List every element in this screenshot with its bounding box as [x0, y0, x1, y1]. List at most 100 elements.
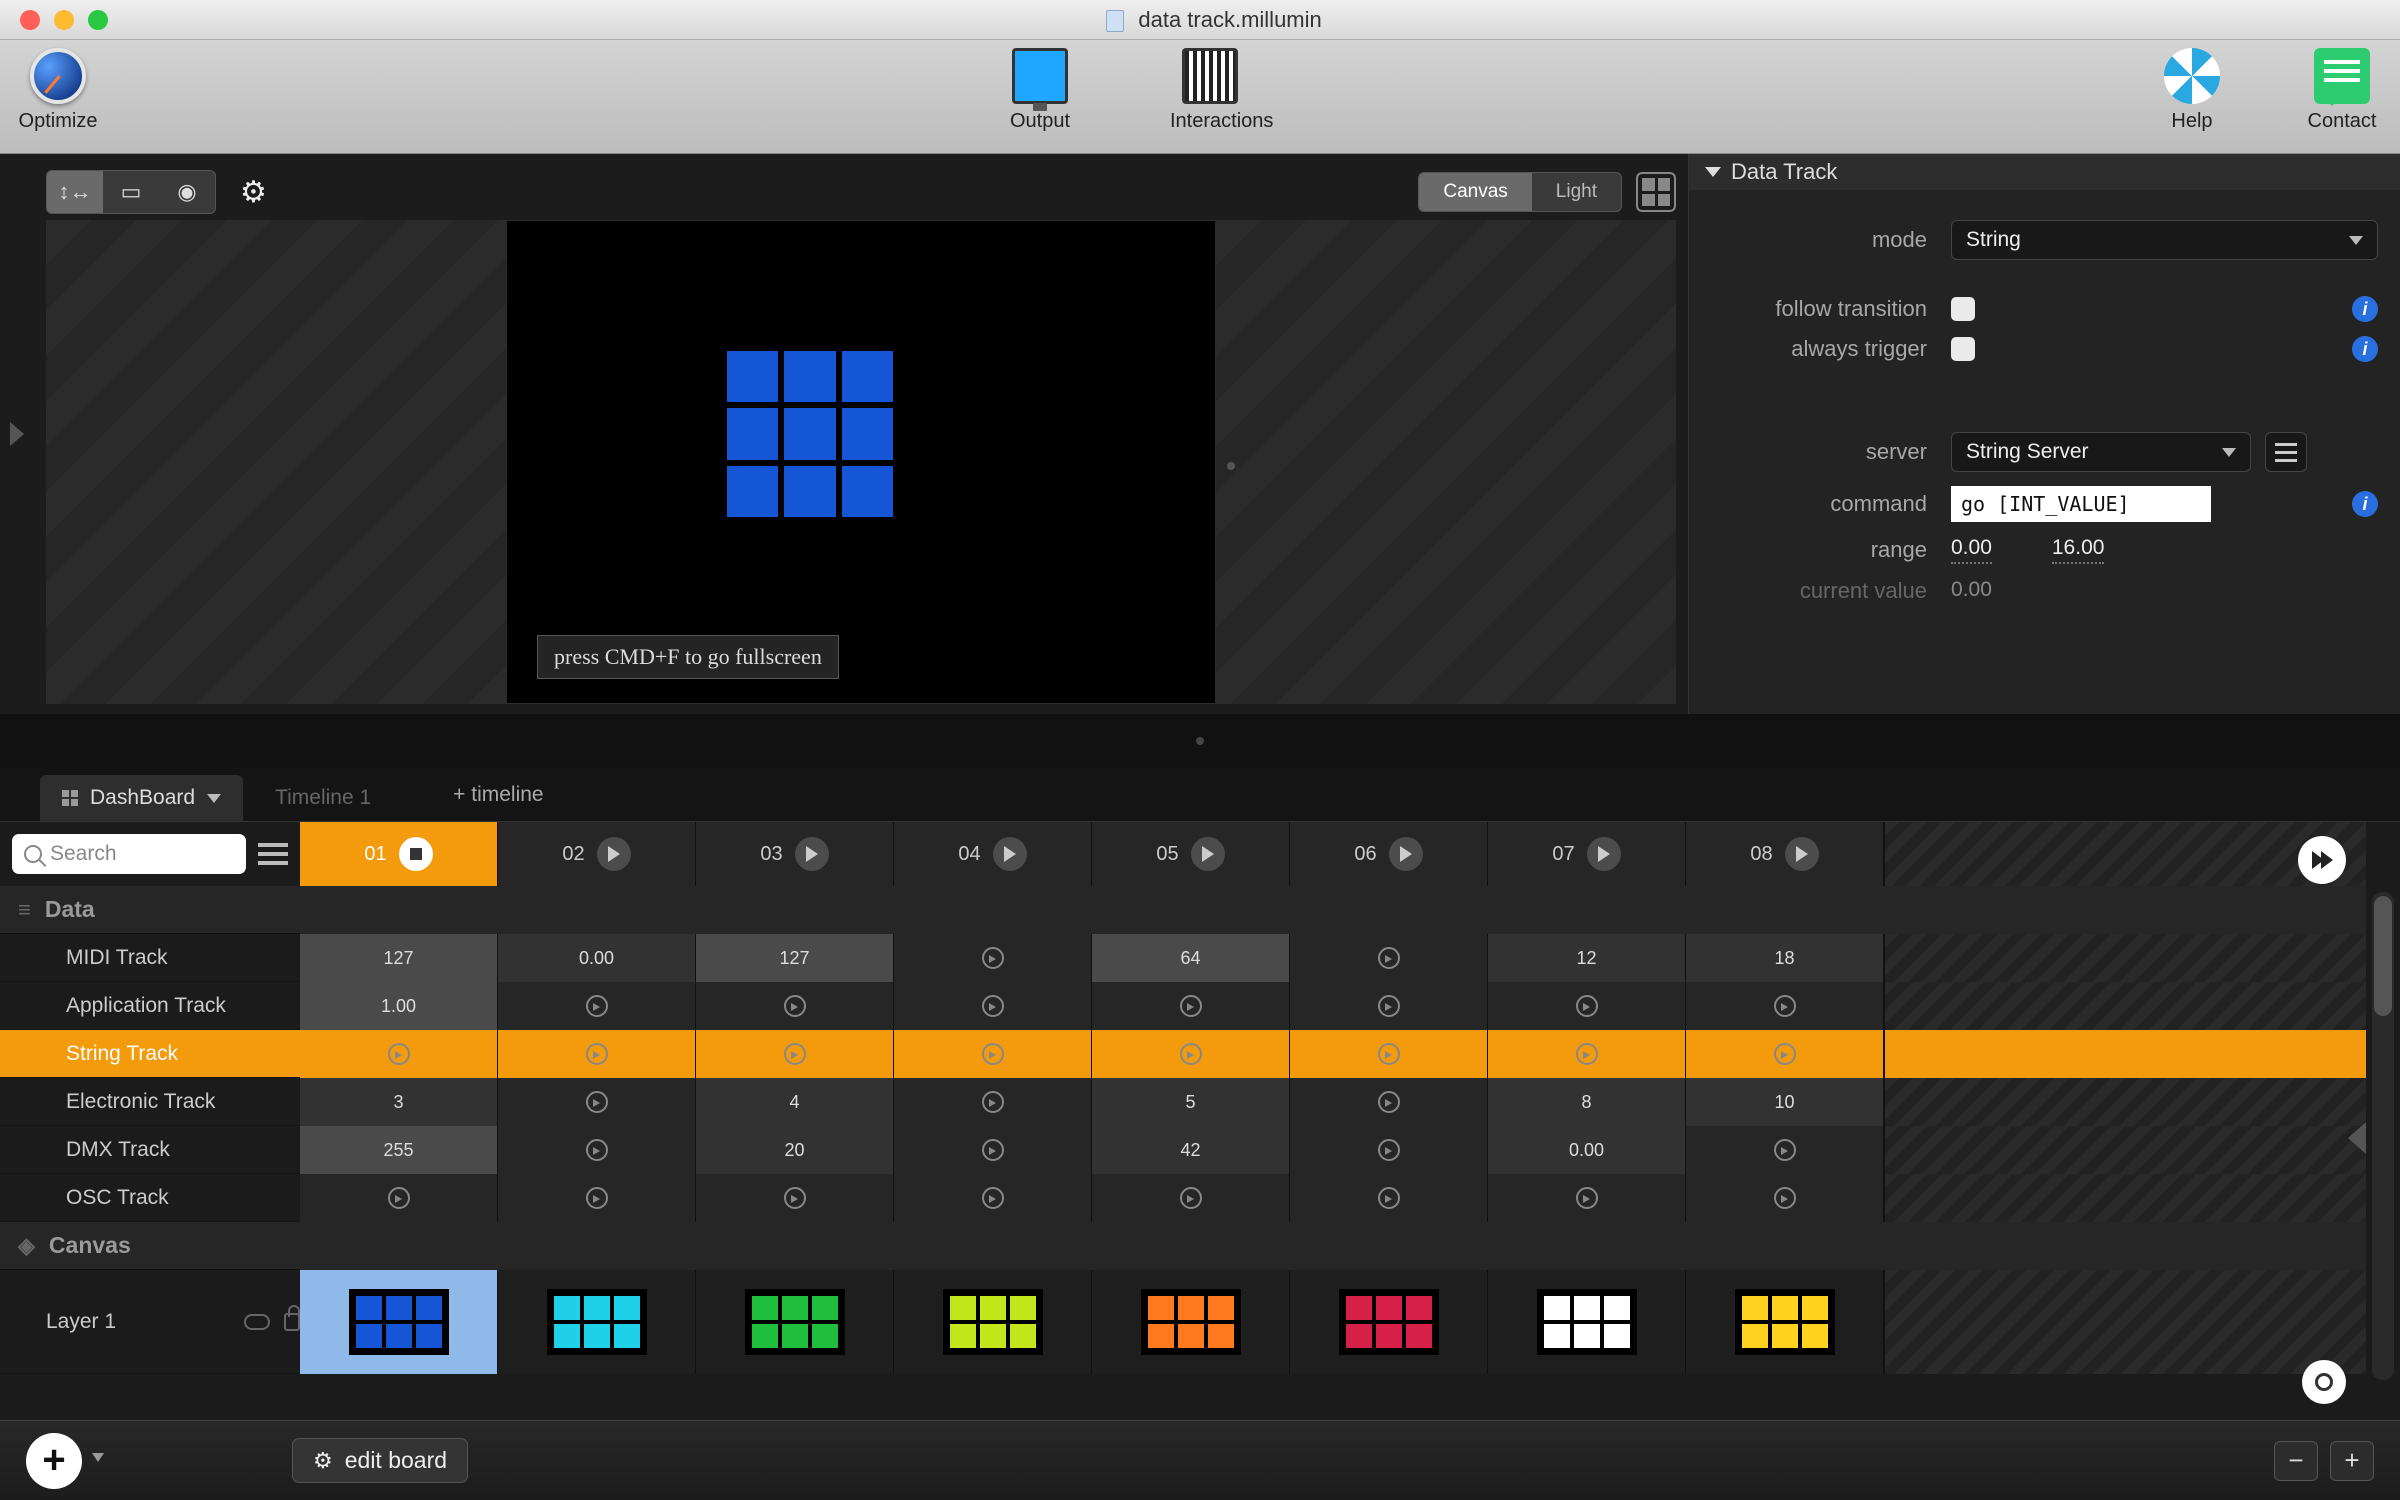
help-button[interactable]: Help	[2152, 48, 2232, 133]
cell[interactable]	[1488, 982, 1686, 1030]
add-media-button[interactable]: +	[26, 1433, 82, 1489]
canvas-section-header[interactable]: ◈ Canvas	[0, 1222, 300, 1270]
record-button[interactable]	[2302, 1360, 2346, 1404]
scrollbar-thumb[interactable]	[2374, 896, 2392, 1016]
cell[interactable]: 18	[1686, 934, 1884, 982]
search-options-button[interactable]	[258, 843, 288, 865]
cell[interactable]: 0.00	[1488, 1126, 1686, 1174]
layer-thumb[interactable]	[498, 1270, 696, 1374]
layer-thumb[interactable]	[1092, 1270, 1290, 1374]
crop-tool[interactable]: ▭	[103, 171, 159, 213]
cell[interactable]: 3	[300, 1078, 498, 1126]
track-label-electronic[interactable]: Electronic Track	[0, 1090, 300, 1114]
cell[interactable]	[498, 1078, 696, 1126]
layer-thumb[interactable]	[1686, 1270, 1884, 1374]
layer-thumb[interactable]	[894, 1270, 1092, 1374]
canvas-mode-canvas[interactable]: Canvas	[1419, 173, 1531, 211]
cell[interactable]	[300, 1030, 498, 1078]
cell[interactable]: 127	[696, 934, 894, 982]
column-header-01[interactable]: 01	[300, 822, 498, 886]
tab-dashboard[interactable]: DashBoard	[40, 775, 243, 821]
cell[interactable]	[1686, 982, 1884, 1030]
cell[interactable]	[1290, 1078, 1488, 1126]
zoom-in-button[interactable]: +	[2330, 1441, 2374, 1481]
visibility-icon[interactable]	[244, 1314, 270, 1330]
cell[interactable]	[1686, 1174, 1884, 1222]
info-icon[interactable]: i	[2352, 336, 2378, 362]
cell[interactable]: 5	[1092, 1078, 1290, 1126]
layer-thumb[interactable]	[696, 1270, 894, 1374]
mode-select[interactable]: String	[1951, 220, 2378, 260]
add-timeline-button[interactable]: + timeline	[453, 783, 543, 807]
lock-icon[interactable]	[284, 1313, 300, 1331]
cell[interactable]	[894, 1030, 1092, 1078]
cell[interactable]	[498, 982, 696, 1030]
canvas-mode-light[interactable]: Light	[1532, 173, 1621, 211]
cell[interactable]: 20	[696, 1126, 894, 1174]
cell[interactable]	[1290, 1126, 1488, 1174]
inspector-header[interactable]: Data Track	[1689, 154, 2400, 190]
cell[interactable]: 8	[1488, 1078, 1686, 1126]
zoom-out-button[interactable]: −	[2274, 1441, 2318, 1481]
left-panel-toggle[interactable]	[0, 154, 34, 714]
contact-button[interactable]: Contact	[2302, 48, 2382, 133]
edit-board-button[interactable]: ⚙ edit board	[292, 1438, 468, 1483]
cell[interactable]: 64	[1092, 934, 1290, 982]
follow-transition-checkbox[interactable]	[1951, 297, 1975, 321]
cell[interactable]	[1290, 1174, 1488, 1222]
layer-thumb[interactable]	[1290, 1270, 1488, 1374]
layer-thumb[interactable]	[300, 1270, 498, 1374]
track-label-dmx[interactable]: DMX Track	[0, 1138, 300, 1162]
minimize-window-button[interactable]	[54, 10, 74, 30]
optimize-button[interactable]: Optimize	[18, 48, 98, 133]
board-vertical-scrollbar[interactable]	[2372, 892, 2394, 1380]
cell[interactable]	[498, 1126, 696, 1174]
column-header-08[interactable]: 08	[1686, 822, 1884, 886]
cell[interactable]: 4	[696, 1078, 894, 1126]
server-menu-button[interactable]	[2265, 432, 2307, 472]
vertical-resize-handle[interactable]	[0, 714, 2400, 768]
cell[interactable]: 127	[300, 934, 498, 982]
panel-resize-handle[interactable]	[1227, 462, 1235, 470]
right-panel-toggle[interactable]	[2348, 1122, 2366, 1154]
cell[interactable]	[696, 1174, 894, 1222]
track-label-application[interactable]: Application Track	[0, 994, 300, 1018]
tab-timeline-1[interactable]: Timeline 1	[253, 775, 393, 821]
cell[interactable]: 10	[1686, 1078, 1884, 1126]
cell[interactable]: 0.00	[498, 934, 696, 982]
command-input[interactable]	[1951, 486, 2211, 522]
cell[interactable]	[1290, 934, 1488, 982]
cell[interactable]	[1488, 1174, 1686, 1222]
cell[interactable]	[894, 1126, 1092, 1174]
track-label-osc[interactable]: OSC Track	[0, 1186, 300, 1210]
track-label-midi[interactable]: MIDI Track	[0, 946, 300, 970]
cell[interactable]: 1.00	[300, 982, 498, 1030]
cell[interactable]	[894, 1174, 1092, 1222]
column-header-02[interactable]: 02	[498, 822, 696, 886]
cell[interactable]	[1488, 1030, 1686, 1078]
layout-grid-button[interactable]	[1636, 172, 1676, 212]
go-next-column-button[interactable]	[2298, 836, 2346, 884]
column-header-03[interactable]: 03	[696, 822, 894, 886]
cell[interactable]	[894, 1078, 1092, 1126]
cell[interactable]	[1290, 1030, 1488, 1078]
column-header-06[interactable]: 06	[1290, 822, 1488, 886]
cell[interactable]: 255	[300, 1126, 498, 1174]
cell[interactable]	[696, 1030, 894, 1078]
cell[interactable]	[300, 1174, 498, 1222]
cell[interactable]	[894, 982, 1092, 1030]
always-trigger-checkbox[interactable]	[1951, 337, 1975, 361]
stage-preview[interactable]: press CMD+F to go fullscreen	[506, 220, 1216, 704]
info-icon[interactable]: i	[2352, 296, 2378, 322]
close-window-button[interactable]	[20, 10, 40, 30]
info-icon[interactable]: i	[2352, 491, 2378, 517]
cell[interactable]	[1092, 1030, 1290, 1078]
move-tool[interactable]: ↕↔	[47, 171, 103, 213]
interactions-button[interactable]: Interactions	[1170, 48, 1250, 133]
search-input[interactable]: Search	[12, 834, 246, 874]
cell[interactable]: 42	[1092, 1126, 1290, 1174]
range-min-input[interactable]: 0.00	[1951, 536, 1992, 564]
cell[interactable]	[1686, 1030, 1884, 1078]
cell[interactable]	[498, 1174, 696, 1222]
server-select[interactable]: String Server	[1951, 432, 2251, 472]
